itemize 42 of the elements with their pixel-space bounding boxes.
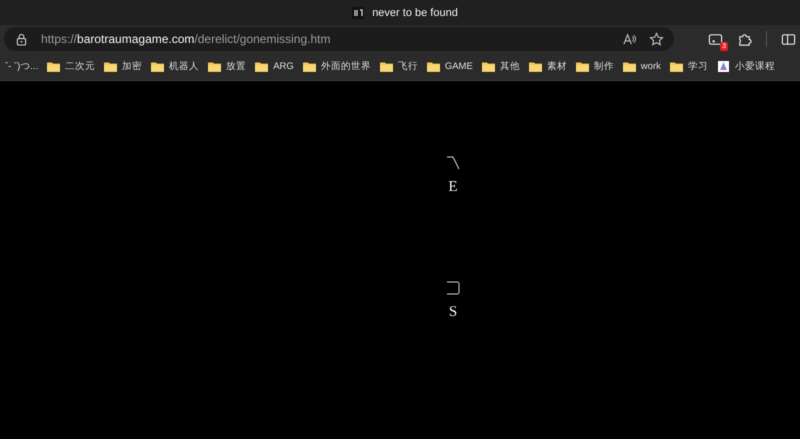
bookmark-folder[interactable]: 二次元 [47, 60, 96, 73]
bookmark-folder[interactable]: work [622, 61, 661, 72]
folder-icon [670, 61, 683, 72]
read-aloud-icon[interactable] [622, 32, 637, 46]
puzzle-icon[interactable] [737, 32, 752, 46]
bookmark-folder[interactable]: 机器人 [151, 60, 200, 73]
folder-icon [151, 61, 164, 72]
bookmark-folder[interactable]: ARG [255, 61, 294, 72]
bookmark-link[interactable]: ˇ- ˇ)つ... [5, 60, 38, 73]
folder-icon [528, 61, 542, 72]
bookmark-folder[interactable]: GAME [426, 61, 473, 72]
lock-icon [16, 32, 27, 46]
cipher-letter: E [448, 180, 458, 195]
folder-icon [208, 61, 222, 72]
bookmark-folder[interactable]: 学习 [670, 60, 708, 73]
app-icon [716, 61, 730, 72]
folder-icon [47, 61, 60, 72]
extension-icon[interactable] [708, 32, 723, 46]
bookmark-folder[interactable]: 外面的世界 [302, 60, 371, 73]
bookmark-folder[interactable]: 飞行 [380, 60, 418, 73]
folder-icon [255, 61, 268, 72]
bookmark-folder[interactable]: 素材 [528, 60, 567, 73]
folder-icon [302, 61, 316, 72]
bookmark-folder[interactable]: 放置 [208, 60, 246, 73]
folder-icon [482, 61, 495, 72]
bookmark-folder[interactable]: 其他 [482, 60, 520, 73]
bracket-glyph-icon [446, 281, 460, 295]
slash-glyph-icon [446, 156, 460, 170]
bookmark-folder[interactable]: 制作 [576, 60, 614, 73]
folder-icon [426, 61, 440, 72]
folder-icon [380, 61, 393, 72]
folder-icon [576, 61, 589, 72]
cipher-letter: S [448, 305, 458, 320]
star-icon[interactable] [649, 32, 664, 46]
bookmark-link[interactable]: 小爱课程 [716, 60, 775, 73]
bookmark-folder[interactable]: 加密 [104, 60, 142, 73]
folder-icon [104, 61, 118, 72]
folder-icon [622, 61, 636, 72]
site-favicon [352, 6, 364, 18]
split-screen-icon[interactable] [781, 32, 796, 46]
address-bar[interactable]: https://barotraumagame.com/derelict/gonemissing.htm [4, 27, 674, 51]
window-title: never to be found [372, 6, 458, 18]
